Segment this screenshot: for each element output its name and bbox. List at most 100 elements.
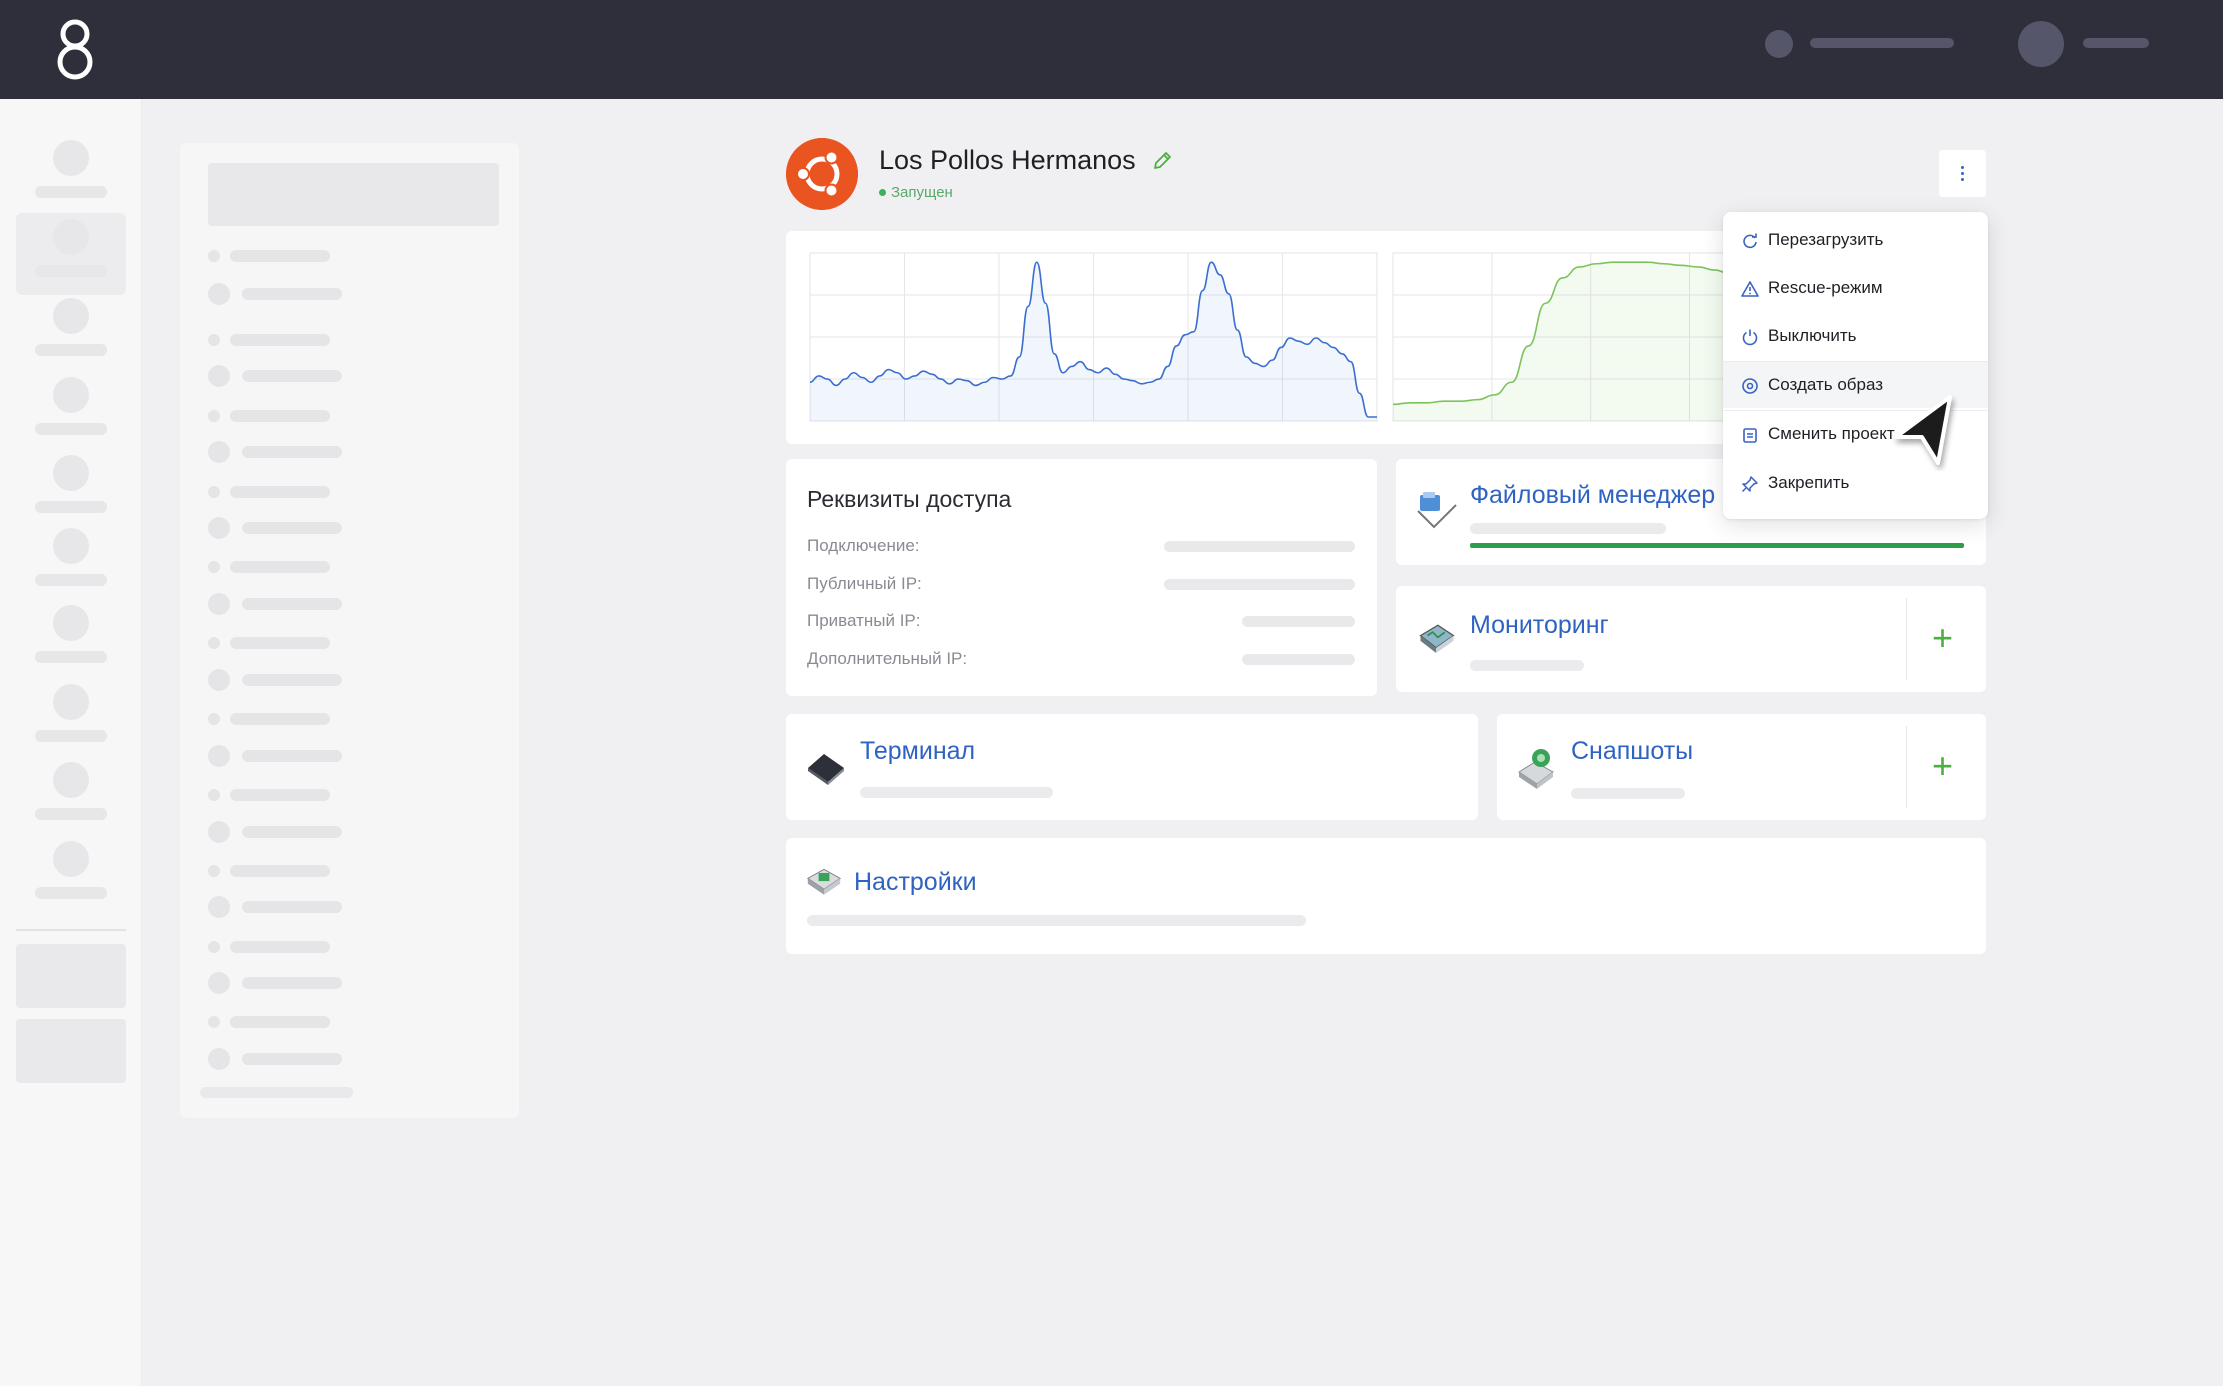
menu-item-shutdown[interactable]: Выключить bbox=[1723, 313, 1988, 359]
access-label: Дополнительный IP: bbox=[807, 649, 968, 668]
rail-item[interactable] bbox=[16, 835, 126, 917]
settings-placeholder bbox=[807, 915, 1306, 926]
project-list-item[interactable] bbox=[208, 789, 478, 801]
top-bar bbox=[0, 0, 2223, 99]
monitoring-card[interactable]: Мониторинг + bbox=[1396, 586, 1986, 692]
project-list-item[interactable] bbox=[208, 517, 478, 539]
project-list-item[interactable] bbox=[208, 972, 478, 994]
disk-image-icon bbox=[1742, 378, 1758, 394]
project-name-placeholder bbox=[230, 865, 330, 877]
notification-icon[interactable] bbox=[1765, 30, 1793, 58]
access-label: Подключение: bbox=[807, 536, 920, 555]
project-list-item[interactable] bbox=[208, 283, 478, 305]
project-list-item[interactable] bbox=[208, 441, 478, 463]
access-value-placeholder bbox=[1242, 616, 1355, 627]
rail-item[interactable] bbox=[16, 134, 126, 216]
project-list-item[interactable] bbox=[208, 365, 478, 387]
project-dot bbox=[208, 637, 220, 649]
rail-block[interactable] bbox=[16, 944, 126, 1008]
monitoring-title[interactable]: Мониторинг bbox=[1470, 611, 1609, 640]
rail-item[interactable] bbox=[16, 678, 126, 760]
project-list-item[interactable] bbox=[208, 486, 478, 498]
project-list-item[interactable] bbox=[208, 637, 478, 649]
project-name-placeholder bbox=[242, 826, 342, 838]
project-list-item[interactable] bbox=[208, 410, 478, 422]
avatar[interactable] bbox=[2018, 21, 2064, 67]
project-dot bbox=[208, 250, 220, 262]
status-label: Запущен bbox=[891, 184, 953, 201]
snapshots-icon bbox=[1518, 749, 1554, 789]
project-list-item[interactable] bbox=[208, 821, 478, 843]
projects-panel bbox=[180, 143, 519, 1118]
project-dot bbox=[208, 283, 230, 305]
project-list-item[interactable] bbox=[208, 1016, 478, 1028]
more-actions-button[interactable] bbox=[1939, 150, 1986, 197]
project-name-placeholder bbox=[242, 370, 342, 382]
project-name-placeholder bbox=[230, 334, 330, 346]
project-name-placeholder bbox=[230, 1016, 330, 1028]
rail-item[interactable] bbox=[16, 599, 126, 681]
project-dot bbox=[208, 865, 220, 877]
project-dot bbox=[208, 486, 220, 498]
settings-card[interactable]: Настройки bbox=[786, 838, 1986, 954]
menu-item-rescue[interactable]: Rescue-режим bbox=[1723, 265, 1988, 311]
project-list-item[interactable] bbox=[208, 250, 478, 262]
file-manager-icon bbox=[1417, 492, 1457, 529]
file-manager-title[interactable]: Файловый менеджер bbox=[1470, 481, 1715, 510]
project-list-item[interactable] bbox=[208, 334, 478, 346]
project-dot bbox=[208, 941, 220, 953]
snapshots-placeholder bbox=[1571, 788, 1685, 799]
server-status: Запущен bbox=[879, 184, 953, 201]
rail-item[interactable] bbox=[16, 292, 126, 374]
panel-footer-placeholder bbox=[200, 1087, 353, 1098]
project-dot bbox=[208, 517, 230, 539]
project-list-item[interactable] bbox=[208, 1048, 478, 1070]
file-manager-progress bbox=[1470, 543, 1964, 548]
server-name: Los Pollos Hermanos bbox=[879, 145, 1136, 175]
rail-item[interactable] bbox=[16, 371, 126, 453]
rail-item[interactable] bbox=[16, 449, 126, 531]
rail-item-active[interactable] bbox=[16, 213, 126, 295]
project-name-placeholder bbox=[230, 713, 330, 725]
terminal-card[interactable]: Терминал bbox=[786, 714, 1478, 820]
project-list-item[interactable] bbox=[208, 669, 478, 691]
ubuntu-logo bbox=[786, 138, 858, 210]
snapshots-card[interactable]: Снапшоты + bbox=[1497, 714, 1986, 820]
project-list-item[interactable] bbox=[208, 745, 478, 767]
project-name-placeholder bbox=[230, 789, 330, 801]
monitoring-placeholder bbox=[1470, 660, 1584, 671]
project-list-item[interactable] bbox=[208, 941, 478, 953]
add-monitoring-button[interactable]: + bbox=[1932, 620, 1953, 656]
add-snapshot-button[interactable]: + bbox=[1932, 748, 1953, 784]
divider bbox=[1906, 598, 1907, 680]
folder-swap-icon bbox=[1743, 428, 1757, 443]
snapshots-title[interactable]: Снапшоты bbox=[1571, 737, 1693, 766]
brand-logo[interactable] bbox=[48, 14, 102, 84]
rail-block[interactable] bbox=[16, 1019, 126, 1083]
project-dot bbox=[208, 745, 230, 767]
edit-name-icon[interactable] bbox=[1151, 150, 1173, 172]
project-name-placeholder bbox=[230, 561, 330, 573]
rail-item[interactable] bbox=[16, 522, 126, 604]
settings-title[interactable]: Настройки bbox=[854, 868, 977, 897]
divider bbox=[1906, 726, 1907, 808]
project-list-item[interactable] bbox=[208, 593, 478, 615]
balance-placeholder bbox=[1810, 38, 1954, 48]
cpu-chart bbox=[809, 252, 1378, 422]
project-dot bbox=[208, 1016, 220, 1028]
terminal-icon bbox=[808, 754, 844, 785]
menu-item-reboot[interactable]: Перезагрузить bbox=[1723, 217, 1988, 263]
project-name-placeholder bbox=[230, 410, 330, 422]
project-list-item[interactable] bbox=[208, 561, 478, 573]
project-list-item[interactable] bbox=[208, 896, 478, 918]
rail-item[interactable] bbox=[16, 756, 126, 838]
project-name-placeholder bbox=[230, 941, 330, 953]
reload-icon bbox=[1743, 233, 1757, 249]
project-list-item[interactable] bbox=[208, 713, 478, 725]
project-dot bbox=[208, 561, 220, 573]
server-actions-menu: Перезагрузить Rescue-режим Выключить Соз… bbox=[1723, 212, 1988, 519]
access-value-placeholder bbox=[1242, 654, 1355, 665]
project-dot bbox=[208, 789, 220, 801]
project-list-item[interactable] bbox=[208, 865, 478, 877]
terminal-title[interactable]: Терминал bbox=[860, 737, 975, 766]
